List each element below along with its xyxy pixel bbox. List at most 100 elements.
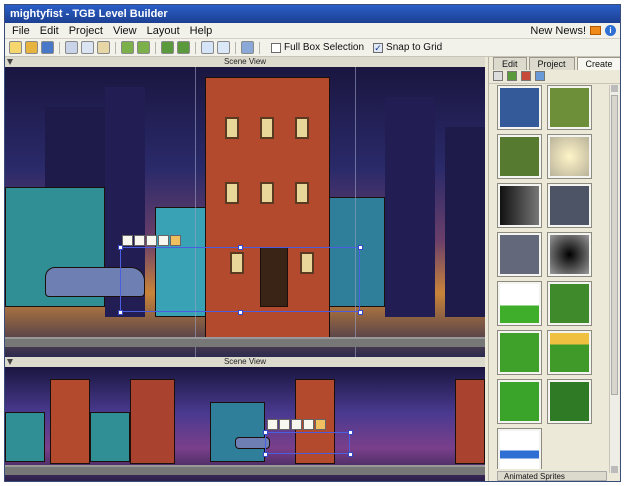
new-news-link[interactable]: New News! xyxy=(530,25,586,37)
dark-circle-thumbnail[interactable] xyxy=(547,232,592,277)
thumbnail-scrollbar[interactable] xyxy=(609,85,619,473)
resize-handle[interactable] xyxy=(118,310,123,315)
green-store-2-thumbnail[interactable] xyxy=(497,379,542,424)
tree-sprite-thumbnail[interactable] xyxy=(547,85,592,130)
toolbar-divider xyxy=(195,41,196,54)
resize-handle[interactable] xyxy=(358,245,363,250)
resize-handle[interactable] xyxy=(358,310,363,315)
guide-line xyxy=(355,67,356,357)
collapse-arrow-icon[interactable] xyxy=(7,59,13,65)
tab-project[interactable]: Project xyxy=(528,57,575,70)
open-icon[interactable] xyxy=(25,41,38,54)
bottom-scene-header: Scene View xyxy=(5,357,485,367)
window-icon xyxy=(295,117,309,139)
green-shop-2-thumbnail[interactable] xyxy=(547,379,592,424)
edit-icon[interactable] xyxy=(267,419,278,430)
resize-handle[interactable] xyxy=(348,452,353,457)
mount-icon[interactable] xyxy=(291,419,302,430)
menu-file[interactable]: File xyxy=(7,25,35,37)
checkmark-icon: ✓ xyxy=(373,42,384,53)
paste-icon[interactable] xyxy=(97,41,110,54)
undo-icon[interactable] xyxy=(121,41,134,54)
top-scene-view[interactable] xyxy=(5,67,485,357)
layer-icon[interactable] xyxy=(161,41,174,54)
window-icon xyxy=(225,182,239,204)
refresh-icon[interactable] xyxy=(535,71,545,81)
resize-handle[interactable] xyxy=(238,245,243,250)
camera-icon[interactable] xyxy=(241,41,254,54)
toolbar-divider xyxy=(259,41,260,54)
redo-icon[interactable] xyxy=(137,41,150,54)
silhouette-building xyxy=(385,97,435,317)
play-icon[interactable] xyxy=(201,41,214,54)
menu-help[interactable]: Help xyxy=(185,25,218,37)
collision-icon[interactable] xyxy=(303,419,314,430)
teal-shop-building xyxy=(90,412,130,462)
full-box-selection-checkbox[interactable]: Full Box Selection xyxy=(271,42,364,53)
teal-shop-building xyxy=(5,412,45,462)
new-icon[interactable] xyxy=(9,41,22,54)
cloud-texture-thumbnail[interactable] xyxy=(547,183,592,228)
edit-icon[interactable] xyxy=(122,235,133,246)
menu-project[interactable]: Project xyxy=(64,25,108,37)
copy-icon[interactable] xyxy=(81,41,94,54)
paint-icon[interactable] xyxy=(170,235,181,246)
paint-icon[interactable] xyxy=(315,419,326,430)
selection-box[interactable] xyxy=(120,247,360,312)
link-icon[interactable] xyxy=(279,419,290,430)
mount-icon[interactable] xyxy=(146,235,157,246)
resize-handle[interactable] xyxy=(348,430,353,435)
tab-create[interactable]: Create xyxy=(576,57,620,70)
app-window: mightyfist - TGB Level Builder File Edit… xyxy=(4,4,621,482)
menu-view[interactable]: View xyxy=(108,25,142,37)
striped-awning-shop-thumbnail[interactable] xyxy=(547,330,592,375)
tree-sprite-2-thumbnail[interactable] xyxy=(497,134,542,179)
window-title: mightyfist - TGB Level Builder xyxy=(10,8,168,20)
snap-to-grid-checkbox[interactable]: ✓ Snap to Grid xyxy=(373,42,442,53)
menu-edit[interactable]: Edit xyxy=(35,25,64,37)
resize-handle[interactable] xyxy=(263,452,268,457)
scroll-down-icon[interactable] xyxy=(611,466,618,473)
silhouette-building xyxy=(445,127,485,317)
menu-bar: File Edit Project View Layout Help New N… xyxy=(5,23,620,39)
green-building-thumbnail[interactable] xyxy=(497,330,542,375)
link-icon[interactable] xyxy=(134,235,145,246)
resize-handle[interactable] xyxy=(263,430,268,435)
scroll-thumb[interactable] xyxy=(611,95,618,395)
import-icon[interactable] xyxy=(493,71,503,81)
add-sprite-icon[interactable] xyxy=(507,71,517,81)
grass-strip-thumbnail[interactable] xyxy=(497,281,542,326)
car-sprite-thumbnail[interactable] xyxy=(497,85,542,130)
selection-box[interactable] xyxy=(265,432,350,454)
toolbar-divider xyxy=(115,41,116,54)
scene-editor-area: Scene View Scene View xyxy=(5,57,485,481)
thumbnail-grid xyxy=(497,85,611,469)
green-store-thumbnail[interactable] xyxy=(547,281,592,326)
bottom-scene-view[interactable] xyxy=(5,367,485,481)
toolbar-divider xyxy=(235,41,236,54)
layer-2-icon[interactable] xyxy=(177,41,190,54)
cursor-icon[interactable] xyxy=(217,41,230,54)
scroll-up-icon[interactable] xyxy=(611,85,618,92)
checkbox-icon xyxy=(271,42,281,53)
toolbar-divider xyxy=(59,41,60,54)
save-icon[interactable] xyxy=(41,41,54,54)
collapse-arrow-icon[interactable] xyxy=(7,359,13,365)
news-icon[interactable] xyxy=(590,26,601,35)
info-icon[interactable]: i xyxy=(605,25,616,36)
resize-handle[interactable] xyxy=(238,310,243,315)
cut-icon[interactable] xyxy=(65,41,78,54)
dark-gradient-thumbnail[interactable] xyxy=(497,183,542,228)
thumbnail-list xyxy=(497,85,611,469)
smoke-texture-thumbnail[interactable] xyxy=(497,232,542,277)
menu-layout[interactable]: Layout xyxy=(142,25,185,37)
water-strip-thumbnail[interactable] xyxy=(497,428,542,469)
teal-shop-building xyxy=(210,402,265,462)
accordion-label: Animated Sprites xyxy=(504,472,565,481)
glow-sprite-thumbnail[interactable] xyxy=(547,134,592,179)
animated-sprites-section[interactable]: Animated Sprites xyxy=(497,471,607,481)
brick-building xyxy=(130,379,175,464)
tab-edit[interactable]: Edit xyxy=(493,57,527,70)
collision-icon[interactable] xyxy=(158,235,169,246)
add-tile-icon[interactable] xyxy=(521,71,531,81)
